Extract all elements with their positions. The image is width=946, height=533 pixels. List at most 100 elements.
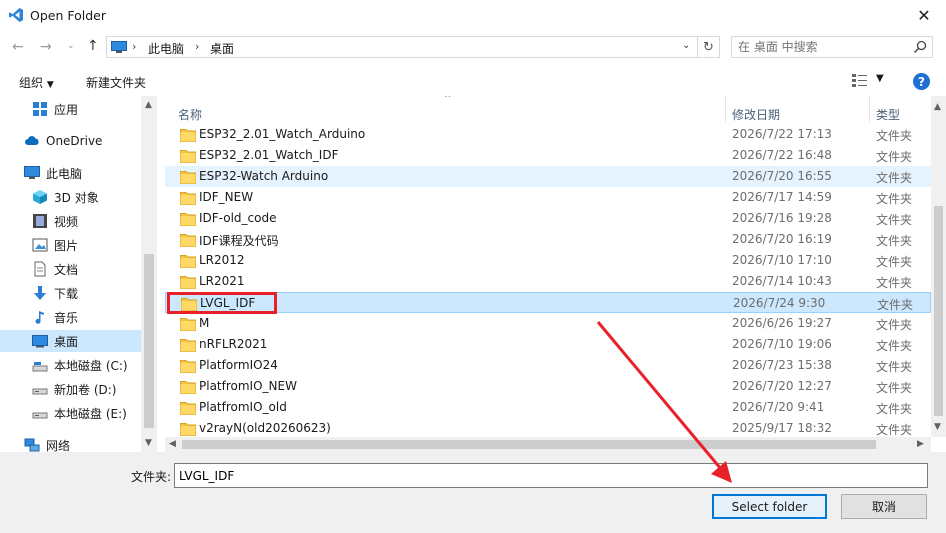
back-arrow-icon[interactable]: ← <box>12 39 24 55</box>
column-divider[interactable] <box>725 96 726 122</box>
recent-dropdown-icon[interactable]: ⌄ <box>67 41 75 51</box>
forward-arrow-icon[interactable]: → <box>40 39 52 55</box>
file-date: 2026/7/14 10:43 <box>732 274 832 288</box>
file-row[interactable]: IDF-old_code 2026/7/16 19:28 文件夹 <box>165 208 931 229</box>
file-date: 2026/7/16 19:28 <box>732 211 832 225</box>
sidebar-item-drive-e[interactable]: 本地磁盘 (E:) <box>0 402 141 424</box>
view-options-icon[interactable] <box>851 72 869 88</box>
pc-icon <box>111 41 127 53</box>
sidebar-item-desktop[interactable]: 桌面 <box>0 330 141 352</box>
column-header-name[interactable]: 名称 <box>178 106 202 123</box>
file-list-scrollbar[interactable]: ▲ ▼ <box>931 96 946 437</box>
scroll-down-icon[interactable]: ▼ <box>934 422 941 432</box>
file-name: PlatfromIO_old <box>199 400 287 414</box>
search-input[interactable] <box>738 40 908 54</box>
file-type: 文件夹 <box>876 381 913 395</box>
file-row[interactable]: ESP32_2.01_Watch_IDF 2026/7/22 16:48 文件夹 <box>165 145 931 166</box>
folder-icon <box>180 339 196 352</box>
sidebar-item-drive-c[interactable]: 本地磁盘 (C:) <box>0 354 141 376</box>
file-row[interactable]: LVGL_IDF 2026/7/24 9:30 文件夹 <box>165 292 931 313</box>
sidebar-item-network[interactable]: 网络 <box>0 434 141 452</box>
file-row[interactable]: PlatformIO24 2026/7/23 15:38 文件夹 <box>165 355 931 376</box>
file-name: LR2012 <box>199 253 245 267</box>
search-box[interactable] <box>731 36 933 58</box>
file-list-scroll-thumb[interactable] <box>934 206 943 416</box>
sidebar-item-pictures[interactable]: 图片 <box>0 234 141 256</box>
file-name: v2rayN(old20260623) <box>199 421 331 435</box>
file-row[interactable]: ESP32_2.01_Watch_Arduino 2026/7/22 17:13 文… <box>165 124 931 145</box>
column-header-date[interactable]: 修改日期 <box>732 106 780 123</box>
file-date: 2025/9/17 18:32 <box>732 421 832 435</box>
sidebar-scrollbar[interactable]: ▲ ▼ <box>141 96 157 452</box>
file-type: 文件夹 <box>876 402 913 416</box>
horizontal-scrollbar[interactable]: ◀ ▶ <box>165 437 931 452</box>
file-type: 文件夹 <box>876 234 913 248</box>
sidebar-scroll-thumb[interactable] <box>144 254 154 428</box>
sidebar-item-documents[interactable]: 文档 <box>0 258 141 280</box>
file-row[interactable]: PlatfromIO_NEW 2026/7/20 12:27 文件夹 <box>165 376 931 397</box>
organize-menu[interactable]: 组织 ▼ <box>19 74 54 91</box>
file-type: 文件夹 <box>876 150 913 164</box>
cancel-button[interactable]: 取消 <box>841 494 927 519</box>
column-divider[interactable] <box>869 96 870 122</box>
file-type: 文件夹 <box>876 318 913 332</box>
file-date: 2026/7/22 17:13 <box>732 127 832 141</box>
file-date: 2026/7/17 14:59 <box>732 190 832 204</box>
close-button[interactable]: ✕ <box>902 0 946 31</box>
file-name: LR2021 <box>199 274 245 288</box>
file-date: 2026/6/26 19:27 <box>732 316 832 330</box>
pc-icon <box>24 166 40 179</box>
file-row[interactable]: LR2012 2026/7/10 17:10 文件夹 <box>165 250 931 271</box>
file-date: 2026/7/20 12:27 <box>732 379 832 393</box>
sidebar-item-music[interactable]: 音乐 <box>0 306 141 328</box>
breadcrumb-desktop[interactable]: 桌面 <box>210 40 234 57</box>
horizontal-scroll-thumb[interactable] <box>182 440 876 449</box>
address-bar[interactable]: › 此电脑 › 桌面 ⌄ <box>106 36 698 58</box>
sidebar-item-apps[interactable]: 应用 <box>0 98 141 120</box>
sidebar-item-videos[interactable]: 视频 <box>0 210 141 232</box>
scroll-up-icon[interactable]: ▲ <box>934 102 941 112</box>
scroll-right-icon[interactable]: ▶ <box>917 439 924 449</box>
file-name: PlatformIO24 <box>199 358 278 372</box>
view-dropdown-icon[interactable]: ▼ <box>876 73 884 84</box>
picture-icon <box>32 238 48 252</box>
sidebar-item-this-pc[interactable]: 此电脑 <box>0 162 141 184</box>
sidebar-item-onedrive[interactable]: OneDrive <box>0 130 141 152</box>
apps-icon <box>33 102 47 116</box>
drive-icon <box>32 412 48 419</box>
title-bar: Open Folder ✕ <box>0 0 946 31</box>
column-header-type[interactable]: 类型 <box>876 106 900 123</box>
address-dropdown-icon[interactable]: ⌄ <box>682 40 690 51</box>
folder-name-input[interactable] <box>174 463 928 488</box>
breadcrumb-separator-icon: › <box>195 40 200 53</box>
sidebar-item-3d-objects[interactable]: 3D 对象 <box>0 186 141 208</box>
file-date: 2026/7/20 16:19 <box>732 232 832 246</box>
file-row[interactable]: IDF_NEW 2026/7/17 14:59 文件夹 <box>165 187 931 208</box>
file-row[interactable]: M 2026/6/26 19:27 文件夹 <box>165 313 931 334</box>
up-arrow-icon[interactable]: ↑ <box>87 38 99 54</box>
help-button[interactable]: ? <box>913 73 930 90</box>
breadcrumb-this-pc[interactable]: 此电脑 <box>148 40 184 57</box>
file-row[interactable]: nRFLR2021 2026/7/10 19:06 文件夹 <box>165 334 931 355</box>
cube-icon <box>33 190 47 204</box>
scroll-up-icon[interactable]: ▲ <box>145 100 152 110</box>
select-folder-button[interactable]: Select folder <box>712 494 827 519</box>
file-row[interactable]: IDF课程及代码 2026/7/20 16:19 文件夹 <box>165 229 931 250</box>
scroll-left-icon[interactable]: ◀ <box>169 439 176 449</box>
new-folder-button[interactable]: 新建文件夹 <box>86 74 146 91</box>
file-date: 2026/7/20 9:41 <box>732 400 825 414</box>
scroll-down-icon[interactable]: ▼ <box>145 438 152 448</box>
folder-icon <box>180 192 196 205</box>
highlight-annotation <box>167 292 277 314</box>
navigation-pane: 应用 OneDrive 此电脑 3D 对象 视频 图片 文档 下载 音乐 桌面 … <box>0 96 157 452</box>
chevron-down-icon: ▼ <box>46 80 54 90</box>
folder-icon <box>180 234 196 247</box>
sidebar-item-downloads[interactable]: 下载 <box>0 282 141 304</box>
folder-icon <box>180 360 196 373</box>
file-row[interactable]: PlatfromIO_old 2026/7/20 9:41 文件夹 <box>165 397 931 418</box>
file-row[interactable]: LR2021 2026/7/14 10:43 文件夹 <box>165 271 931 292</box>
sidebar-item-drive-d[interactable]: 新加卷 (D:) <box>0 378 141 400</box>
file-row[interactable]: v2rayN(old20260623) 2025/9/17 18:32 文件夹 <box>165 418 931 439</box>
refresh-button[interactable]: ↻ <box>698 36 720 58</box>
file-row[interactable]: ESP32-Watch Arduino 2026/7/20 16:55 文件夹 <box>165 166 931 187</box>
